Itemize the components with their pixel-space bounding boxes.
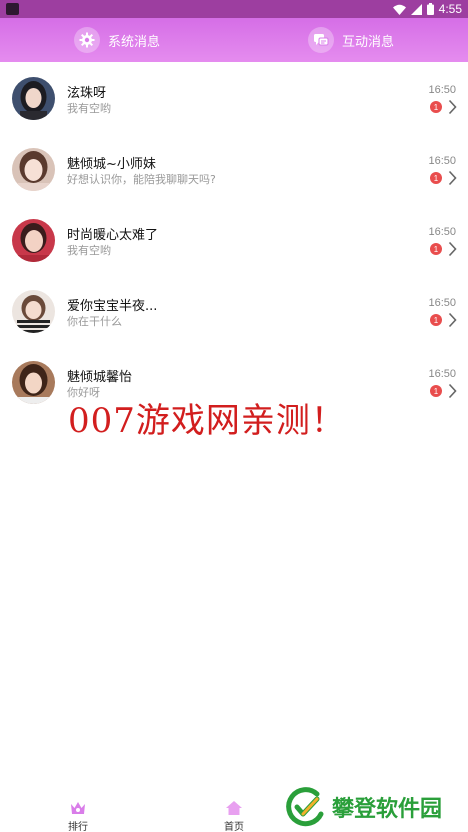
unread-badge: 1 (430, 172, 442, 184)
chevron-right-icon (448, 99, 457, 115)
ranking-icon (71, 802, 85, 814)
status-bar: 4:55 (0, 0, 468, 18)
message-time: 16:50 (428, 368, 456, 380)
chevron-right-icon (448, 241, 457, 257)
wifi-icon (392, 4, 406, 15)
battery-icon (426, 3, 434, 15)
message-list: 泫珠呀 我有空哟 16:50 1 魅倾城~小师妹 好想认识你，能陪我聊聊天吗? … (0, 62, 468, 417)
contact-name: 泫珠呀 (67, 86, 107, 101)
status-icons: 4:55 (392, 2, 462, 16)
list-item[interactable]: 爱你宝宝半夜... 你在干什么 16:50 1 (0, 275, 468, 346)
unread-badge: 1 (430, 314, 442, 326)
tab-system-messages[interactable]: 系统消息 (0, 18, 234, 62)
message-preview: 我有空哟 (67, 244, 111, 257)
contact-name: 爱你宝宝半夜... (67, 299, 158, 314)
checkmark-logo-icon (286, 787, 324, 827)
tab-system-messages-label: 系统消息 (107, 34, 160, 50)
avatar (12, 77, 55, 120)
contact-name: 魅倾城~小师妹 (67, 157, 156, 172)
site-logo: 攀登软件园 (284, 786, 442, 828)
gear-icon (73, 27, 100, 53)
nav-item-home[interactable]: 首页 (214, 800, 254, 832)
message-time: 16:50 (428, 297, 456, 309)
message-preview: 我有空哟 (67, 102, 111, 115)
message-time: 16:50 (428, 84, 456, 96)
avatar (12, 361, 55, 404)
unread-badge: 1 (430, 243, 442, 255)
avatar (12, 290, 55, 333)
home-icon (226, 801, 242, 815)
unread-badge: 1 (430, 101, 442, 113)
chat-icon (307, 27, 334, 53)
contact-name: 魅倾城馨怡 (67, 370, 133, 385)
message-preview: 你在干什么 (67, 315, 122, 328)
nav-label-ranking: 排行 (68, 822, 88, 832)
status-time: 4:55 (438, 2, 462, 16)
signal-icon (410, 3, 422, 15)
avatar (12, 148, 55, 191)
nav-label-home: 首页 (224, 822, 244, 832)
list-item[interactable]: 魅倾城~小师妹 好想认识你，能陪我聊聊天吗? 16:50 1 (0, 133, 468, 204)
unread-badge: 1 (430, 385, 442, 397)
site-logo-text: 攀登软件园 (332, 797, 443, 822)
message-preview: 好想认识你，能陪我聊聊天吗? (67, 173, 216, 186)
notification-icon (6, 3, 19, 15)
contact-name: 时尚暖心太难了 (67, 228, 159, 243)
message-header: 系统消息 互动消息 (0, 18, 468, 62)
message-time: 16:50 (428, 226, 456, 238)
watermark-text: 007游戏网亲测！ (68, 401, 346, 441)
chevron-right-icon (448, 170, 457, 186)
list-item[interactable]: 时尚暖心太难了 我有空哟 16:50 1 (0, 204, 468, 275)
chevron-right-icon (448, 312, 457, 328)
chevron-right-icon (448, 383, 457, 399)
nav-item-ranking[interactable]: 排行 (58, 800, 98, 832)
avatar (12, 219, 55, 262)
message-time: 16:50 (428, 155, 456, 167)
tab-interaction-messages-label: 互动消息 (341, 34, 394, 50)
list-item[interactable]: 泫珠呀 我有空哟 16:50 1 (0, 62, 468, 133)
tab-interaction-messages[interactable]: 互动消息 (234, 18, 468, 62)
